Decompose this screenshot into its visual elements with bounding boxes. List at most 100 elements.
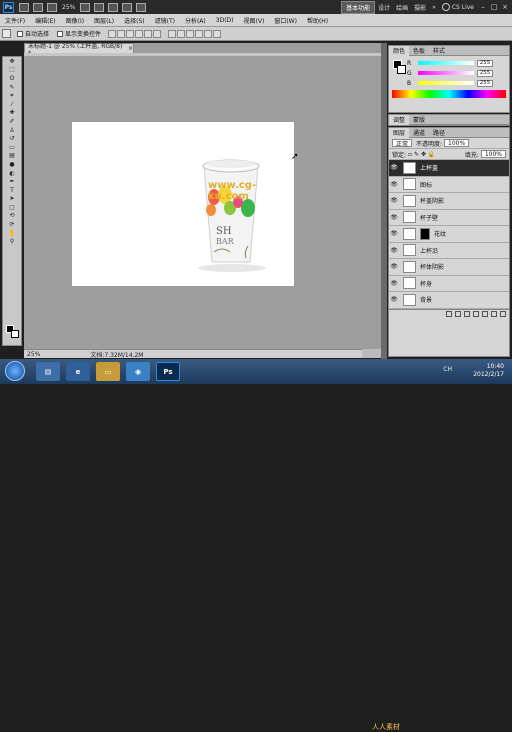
slider-r-track[interactable] bbox=[418, 61, 474, 65]
minimize-button[interactable]: – bbox=[478, 3, 488, 12]
layer-row[interactable]: 👁 杯身 bbox=[389, 275, 509, 292]
quick-select-tool-icon[interactable]: ✎ bbox=[5, 83, 19, 92]
eyedropper-tool-icon[interactable]: ⁄ bbox=[5, 100, 19, 109]
taskbar-chrome-icon[interactable]: ◉ bbox=[126, 362, 150, 381]
dodge-tool-icon[interactable]: ◐ bbox=[5, 169, 19, 178]
color-bg-swatch[interactable] bbox=[397, 65, 406, 74]
hand-tool-icon[interactable] bbox=[80, 2, 91, 12]
distribute-left-icon[interactable] bbox=[195, 29, 204, 38]
zoom-tool-icon[interactable]: ⚲ bbox=[5, 237, 19, 246]
layer-mask-thumbnail[interactable] bbox=[420, 227, 430, 240]
opacity-value[interactable]: 100% bbox=[444, 139, 470, 147]
tab-layers[interactable]: 图层 bbox=[389, 127, 410, 138]
menu-image[interactable]: 图像(I) bbox=[61, 16, 89, 25]
distribute-top-icon[interactable] bbox=[168, 29, 177, 38]
new-group-icon[interactable] bbox=[482, 311, 488, 317]
taskbar-explorer-icon[interactable]: ▤ bbox=[36, 362, 60, 381]
taskbar-ie-icon[interactable]: e bbox=[66, 362, 90, 381]
hand-tool-icon[interactable]: ✋ bbox=[5, 229, 19, 238]
menu-help[interactable]: 帮助(H) bbox=[302, 16, 333, 25]
distribute-hcenter-icon[interactable] bbox=[204, 29, 213, 38]
workspace-more[interactable]: » bbox=[432, 4, 436, 11]
collapsed-panel-strip[interactable] bbox=[381, 43, 387, 359]
document-tab[interactable]: 未标题-1 @ 25% (上杯盖, RGB/8) *× bbox=[24, 43, 134, 57]
menu-view[interactable]: 视图(V) bbox=[239, 16, 270, 25]
background-color-swatch[interactable] bbox=[11, 330, 19, 338]
layer-style-icon[interactable] bbox=[455, 311, 461, 317]
new-layer-icon[interactable] bbox=[491, 311, 497, 317]
lock-icons[interactable]: ▫ ✎ ✥ 🔒 bbox=[408, 151, 435, 158]
distribute-vcenter-icon[interactable] bbox=[177, 29, 186, 38]
layer-row[interactable]: 👁 杯盖阴影 bbox=[389, 193, 509, 210]
shape-tool-icon[interactable]: ▢ bbox=[5, 203, 19, 212]
maximize-button[interactable]: □ bbox=[489, 3, 499, 12]
3d-rotate-tool-icon[interactable]: ⟲ bbox=[5, 212, 19, 221]
document-close-icon[interactable]: × bbox=[128, 45, 133, 52]
workspace-essentials-button[interactable]: 基本功能 bbox=[341, 0, 376, 14]
menu-edit[interactable]: 编辑(E) bbox=[30, 16, 60, 25]
rotate-view-icon[interactable] bbox=[108, 2, 119, 12]
layer-row[interactable]: 👁 上杯沿 bbox=[389, 242, 509, 259]
tab-masks[interactable]: 蒙版 bbox=[409, 115, 429, 124]
delete-layer-icon[interactable] bbox=[500, 311, 506, 317]
zoom-level[interactable]: 25% bbox=[62, 4, 75, 11]
align-right-icon[interactable] bbox=[153, 29, 162, 38]
adjustment-layer-icon[interactable] bbox=[473, 311, 479, 317]
blur-tool-icon[interactable]: ● bbox=[5, 160, 19, 169]
marquee-tool-icon[interactable]: ⬚ bbox=[5, 66, 19, 75]
slider-g-value[interactable]: 255 bbox=[477, 69, 493, 77]
visibility-eye-icon[interactable]: 👁 bbox=[389, 296, 399, 303]
close-button[interactable]: × bbox=[500, 3, 510, 12]
visibility-eye-icon[interactable]: 👁 bbox=[389, 197, 399, 204]
mini-bridge-icon[interactable] bbox=[33, 2, 43, 12]
history-brush-tool-icon[interactable]: ↺ bbox=[5, 134, 19, 143]
slider-g[interactable]: G 255 bbox=[389, 68, 509, 78]
taskbar-folder-icon[interactable]: ▭ bbox=[96, 362, 120, 381]
distribute-right-icon[interactable] bbox=[213, 29, 222, 38]
align-vcenter-icon[interactable] bbox=[117, 29, 126, 38]
pen-tool-icon[interactable]: ✒ bbox=[5, 177, 19, 186]
blend-mode-select[interactable]: 正常 bbox=[392, 139, 413, 148]
tab-channels[interactable]: 通道 bbox=[409, 128, 429, 137]
system-clock[interactable]: 10:40 2012/2/17 bbox=[473, 363, 504, 379]
screen-mode-icon[interactable] bbox=[136, 2, 147, 12]
menu-layer[interactable]: 图层(L) bbox=[89, 16, 119, 25]
workspace-photography[interactable]: 摄影 bbox=[414, 3, 426, 12]
slider-g-track[interactable] bbox=[418, 71, 474, 75]
slider-b[interactable]: B 255 bbox=[389, 78, 509, 88]
visibility-eye-icon[interactable]: 👁 bbox=[389, 230, 399, 237]
tab-swatches[interactable]: 色板 bbox=[409, 46, 429, 55]
layer-row[interactable]: 👁 图标 bbox=[389, 176, 509, 193]
horizontal-scrollbar[interactable] bbox=[362, 349, 381, 358]
workspace-painting[interactable]: 绘画 bbox=[396, 3, 408, 12]
menu-analysis[interactable]: 分析(A) bbox=[180, 16, 211, 25]
visibility-eye-icon[interactable]: 👁 bbox=[389, 181, 399, 188]
show-transform-checkbox[interactable]: 显示变换控件 bbox=[57, 29, 101, 38]
type-tool-icon[interactable]: T bbox=[5, 186, 19, 195]
workspace-design[interactable]: 设计 bbox=[378, 3, 390, 12]
menu-window[interactable]: 窗口(W) bbox=[269, 16, 302, 25]
layer-row[interactable]: 👁 上杯盖 bbox=[389, 160, 509, 177]
align-bottom-icon[interactable] bbox=[126, 29, 135, 38]
healing-brush-tool-icon[interactable]: ✚ bbox=[5, 109, 19, 118]
arrange-documents-icon[interactable] bbox=[122, 2, 133, 12]
cs-live-button[interactable]: CS Live bbox=[441, 3, 474, 11]
move-tool-preset-icon[interactable] bbox=[2, 29, 11, 38]
align-top-icon[interactable] bbox=[108, 29, 117, 38]
eraser-tool-icon[interactable]: ▭ bbox=[5, 143, 19, 152]
start-button[interactable] bbox=[5, 361, 25, 381]
move-tool-icon[interactable]: ✥ bbox=[5, 57, 19, 66]
tray-language[interactable]: CH bbox=[443, 366, 452, 373]
status-zoom[interactable]: 25% bbox=[27, 351, 40, 358]
zoom-tool-icon[interactable] bbox=[94, 2, 105, 12]
fill-value[interactable]: 100% bbox=[480, 150, 506, 158]
visibility-eye-icon[interactable]: 👁 bbox=[389, 214, 399, 221]
distribute-bottom-icon[interactable] bbox=[186, 29, 195, 38]
visibility-eye-icon[interactable]: 👁 bbox=[389, 280, 399, 287]
tab-styles[interactable]: 样式 bbox=[429, 46, 449, 55]
crop-tool-icon[interactable]: ⌗ bbox=[5, 91, 19, 100]
tab-adjustments[interactable]: 调整 bbox=[389, 114, 410, 125]
align-left-icon[interactable] bbox=[135, 29, 144, 38]
clone-stamp-tool-icon[interactable]: ♙ bbox=[5, 126, 19, 135]
3d-orbit-tool-icon[interactable]: ⟳ bbox=[5, 220, 19, 229]
